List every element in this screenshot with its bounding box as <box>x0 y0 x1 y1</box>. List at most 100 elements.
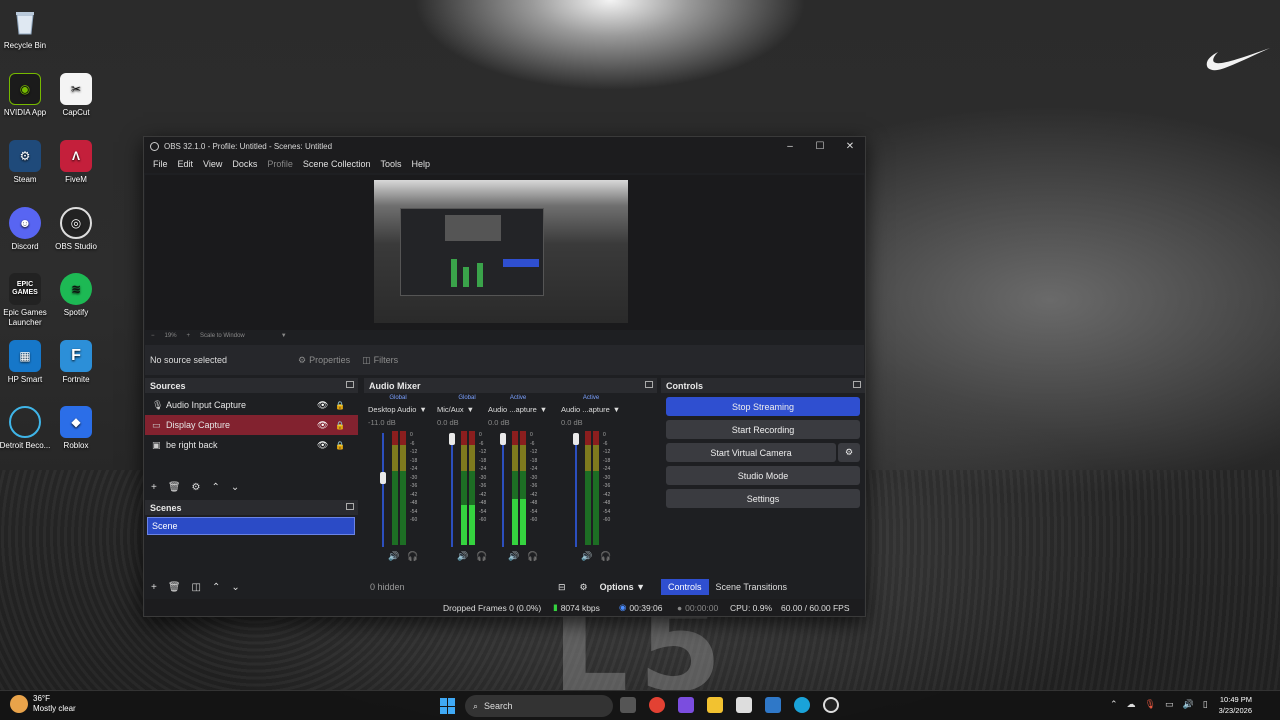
taskbar-search[interactable]: ⌕ Search <box>465 695 613 717</box>
start-virtual-camera-button[interactable]: Start Virtual Camera <box>666 443 836 462</box>
mixer-settings-button[interactable]: ⚙ <box>580 582 588 593</box>
stop-streaming-button[interactable]: Stop Streaming <box>666 397 860 416</box>
maximize-button[interactable]: ☐ <box>805 141 835 152</box>
volume-fader[interactable] <box>380 433 386 547</box>
speaker-icon[interactable]: 🔊 <box>388 551 399 562</box>
dock-float-icon[interactable] <box>346 381 354 388</box>
desktop-icon-fivem[interactable]: Λ FiveM <box>46 140 106 185</box>
scene-filter-button[interactable]: ◫ <box>192 582 201 593</box>
zoom-out-button[interactable]: − <box>151 333 155 339</box>
menu-edit[interactable]: Edit <box>173 159 199 169</box>
dock-float-icon[interactable] <box>645 381 653 388</box>
speaker-icon[interactable]: 🔊 <box>581 551 592 562</box>
channel-name-dropdown[interactable]: Audio ...apture ▼ <box>561 403 631 415</box>
task-view-icon[interactable] <box>620 697 636 713</box>
settings-button[interactable]: Settings <box>666 489 860 508</box>
fader-handle[interactable] <box>500 433 506 445</box>
move-up-button[interactable]: ⌃ <box>212 582 220 593</box>
volume-icon[interactable]: 🔊 <box>1183 699 1194 710</box>
menu-tools[interactable]: Tools <box>375 159 406 169</box>
lock-icon[interactable]: 🔒 <box>335 441 345 450</box>
menu-scene-collection[interactable]: Scene Collection <box>298 159 376 169</box>
desktop-icon-recycle-bin[interactable]: Recycle Bin <box>0 6 55 51</box>
chrome-icon[interactable] <box>649 697 665 713</box>
fader-handle[interactable] <box>573 433 579 445</box>
mixer-layout-button[interactable]: ⊟ <box>558 582 566 593</box>
remove-scene-button[interactable]: 🗑 <box>168 582 181 593</box>
menu-docks[interactable]: Docks <box>227 159 262 169</box>
desktop-icon-spotify[interactable]: ≋ Spotify <box>46 273 106 318</box>
edge-icon[interactable] <box>794 697 810 713</box>
desktop-icon-capcut[interactable]: ✂ CapCut <box>46 73 106 118</box>
minimize-button[interactable]: – <box>775 141 805 152</box>
desktop-icon-fortnite[interactable]: F Fortnite <box>46 340 106 385</box>
eye-icon[interactable]: 👁 <box>317 400 328 411</box>
monitor-headphones-icon[interactable]: 🎧 <box>407 551 418 562</box>
network-icon[interactable]: ▭ <box>1165 699 1174 710</box>
monitor-headphones-icon[interactable]: 🎧 <box>527 551 538 562</box>
tab-scene-transitions[interactable]: Scene Transitions <box>709 579 795 595</box>
tab-controls[interactable]: Controls <box>661 578 709 595</box>
copilot-icon[interactable] <box>678 697 694 713</box>
obs-taskbar-icon[interactable] <box>823 697 839 713</box>
lock-icon[interactable]: 🔒 <box>335 421 345 430</box>
volume-fader[interactable] <box>449 433 455 547</box>
add-scene-button[interactable]: + <box>151 582 157 593</box>
menu-profile[interactable]: Profile <box>262 159 298 169</box>
title-bar[interactable]: OBS 32.1.0 - Profile: Untitled - Scenes:… <box>144 137 865 155</box>
add-source-button[interactable]: + <box>151 482 157 493</box>
windows-start-icon[interactable] <box>440 698 456 714</box>
image-icon: ▣ <box>152 439 161 450</box>
channel-name-dropdown[interactable]: Desktop Audio ▼ <box>368 403 438 415</box>
remove-source-button[interactable]: 🗑 <box>168 482 181 493</box>
volume-fader[interactable] <box>573 433 579 547</box>
preview-area[interactable] <box>145 175 864 330</box>
desktop-icon-roblox[interactable]: ◆ Roblox <box>46 406 106 451</box>
close-button[interactable]: ✕ <box>835 141 865 152</box>
fader-handle[interactable] <box>380 472 386 484</box>
menu-file[interactable]: File <box>148 159 173 169</box>
speaker-icon[interactable]: 🔊 <box>508 551 519 562</box>
options-dropdown[interactable]: Options ▼ <box>600 582 645 592</box>
source-item-audio-input[interactable]: 🎙 Audio Input Capture 👁 🔒 <box>145 395 358 415</box>
dock-float-icon[interactable] <box>346 503 354 510</box>
filters-button[interactable]: ◫ Filters <box>356 352 404 369</box>
fader-handle[interactable] <box>449 433 455 445</box>
weather-widget[interactable]: 36°F Mostly clear <box>10 694 76 714</box>
virtual-camera-settings-button[interactable]: ⚙ <box>838 443 860 462</box>
menu-view[interactable]: View <box>198 159 227 169</box>
chevron-down-icon[interactable]: ▼ <box>281 333 287 339</box>
desktop-icon-obs-studio[interactable]: ◎ OBS Studio <box>46 207 106 252</box>
battery-icon[interactable]: ▯ <box>1203 699 1208 710</box>
source-item-display-capture[interactable]: ▭ Display Capture 👁 🔒 <box>145 415 358 435</box>
app-icon[interactable] <box>765 697 781 713</box>
eye-icon[interactable]: 👁 <box>317 420 328 431</box>
microphone-icon[interactable]: 🎙 <box>1145 699 1156 710</box>
file-explorer-icon[interactable] <box>707 697 723 713</box>
lock-icon[interactable]: 🔒 <box>335 401 345 410</box>
start-recording-button[interactable]: Start Recording <box>666 420 860 439</box>
volume-fader[interactable] <box>500 433 506 547</box>
monitor-headphones-icon[interactable]: 🎧 <box>476 551 487 562</box>
zoom-mode-dropdown[interactable]: Scale to Window <box>200 333 245 339</box>
source-item-be-right-back[interactable]: ▣ be right back 👁 🔒 <box>145 435 358 455</box>
monitor-headphones-icon[interactable]: 🎧 <box>600 551 611 562</box>
move-up-button[interactable]: ⌃ <box>212 482 220 493</box>
channel-name-dropdown[interactable]: Audio ...apture ▼ <box>488 403 558 415</box>
source-settings-button[interactable]: ⚙ <box>192 482 201 493</box>
move-down-button[interactable]: ⌄ <box>231 582 239 593</box>
eye-icon[interactable]: 👁 <box>317 440 328 451</box>
speaker-icon[interactable]: 🔊 <box>457 551 468 562</box>
properties-button[interactable]: ⚙ Properties <box>292 352 356 369</box>
scene-item[interactable]: Scene <box>147 517 355 535</box>
store-icon[interactable] <box>736 697 752 713</box>
dock-float-icon[interactable] <box>853 381 861 388</box>
move-down-button[interactable]: ⌄ <box>231 482 239 493</box>
menu-help[interactable]: Help <box>406 159 435 169</box>
taskbar-clock[interactable]: 10:49 PM 3/23/2026 <box>1208 694 1252 716</box>
studio-mode-button[interactable]: Studio Mode <box>666 466 860 485</box>
preview-canvas[interactable] <box>374 180 628 323</box>
zoom-in-button[interactable]: + <box>187 333 191 339</box>
cloud-icon[interactable]: ☁ <box>1127 699 1136 710</box>
chevron-up-icon[interactable]: ⌃ <box>1110 699 1118 710</box>
